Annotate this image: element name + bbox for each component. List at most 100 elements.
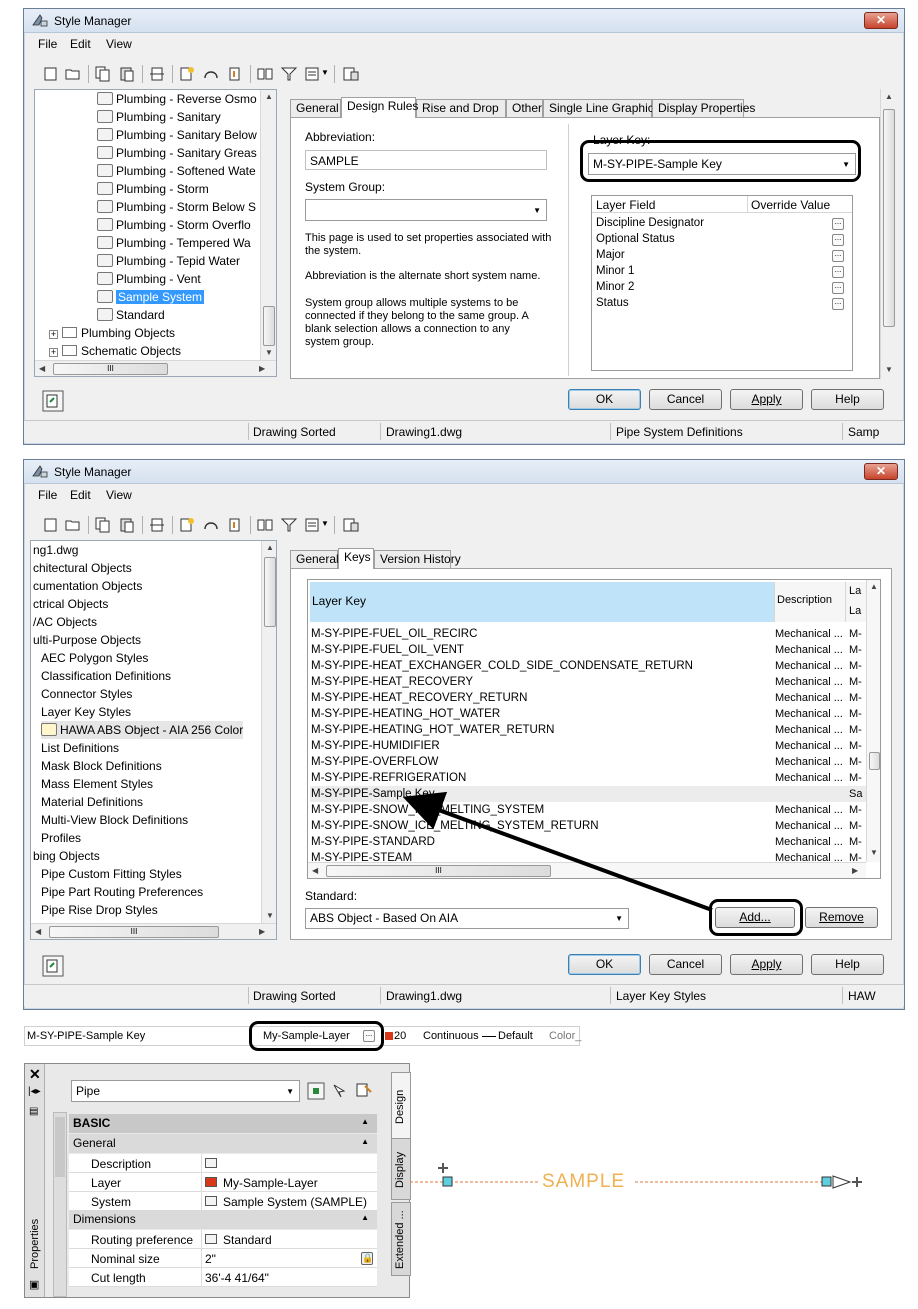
copy-icon[interactable] (94, 517, 112, 533)
chevron-down-icon[interactable]: ▼ (321, 68, 329, 77)
menu-edit[interactable]: Edit (70, 37, 91, 51)
tree-item[interactable]: Pipe Custom Fitting Styles (41, 865, 182, 883)
tab-version-history[interactable]: Version History (374, 550, 461, 568)
tree-item[interactable]: Plumbing - Storm Overflo (97, 216, 251, 234)
ellipsis-button[interactable]: ... (832, 282, 844, 294)
table-row[interactable]: M-SY-PIPE-HEATING_HOT_WATER_RETURN Mechan… (310, 722, 868, 738)
tree-item[interactable]: bing Objects (33, 847, 100, 865)
palette-scrollbar[interactable] (53, 1112, 67, 1297)
lock-icon[interactable]: 🔒 (361, 1252, 373, 1265)
tree-item[interactable]: Plumbing - Tempered Wa (97, 234, 251, 252)
title-bar[interactable]: Style Manager ✕ (24, 9, 904, 33)
menu-file[interactable]: File (38, 37, 57, 51)
layer-field-row[interactable]: Status... (592, 296, 852, 312)
new-icon[interactable] (42, 66, 60, 82)
new-style-icon[interactable] (178, 517, 196, 533)
inspect-viewer-icon[interactable] (42, 955, 64, 977)
table-row[interactable]: M-SY-PIPE-HEAT_EXCHANGER_COLD_SIDE_CONDE… (310, 658, 868, 674)
property-value[interactable]: 36'-4 41/64" (205, 1269, 269, 1288)
tree-item[interactable]: Mass Element Styles (41, 775, 153, 793)
ellipsis-button[interactable]: ... (832, 298, 844, 310)
table-row[interactable]: M-SY-PIPE-SNOW_ICE_MELTING_SYSTEM Mechani… (310, 802, 868, 818)
abbreviation-input[interactable]: SAMPLE (305, 150, 547, 170)
toggle-view-icon[interactable] (256, 66, 274, 82)
tree-item[interactable]: Plumbing - Reverse Osmo (97, 90, 257, 108)
scroll-left-icon[interactable]: ◀ (312, 866, 318, 875)
tree-item[interactable]: Pipe Rise Drop Styles (41, 901, 158, 919)
tab-other[interactable]: Other (506, 99, 543, 117)
grid-horizontal-scrollbar[interactable]: ◀ III ▶ (308, 862, 866, 878)
palette-menu-icon[interactable]: ▤ (29, 1106, 38, 1117)
scroll-left-icon[interactable]: ◀ (39, 364, 45, 373)
new-icon[interactable] (42, 517, 60, 533)
purge-icon[interactable] (148, 517, 166, 533)
property-value[interactable]: My-Sample-Layer (223, 1174, 318, 1193)
ok-button[interactable]: OK (568, 389, 641, 410)
copy-icon[interactable] (94, 66, 112, 82)
expand-icon[interactable]: + (49, 348, 58, 357)
scroll-up-icon[interactable]: ▲ (885, 92, 893, 101)
tab-design[interactable]: Design (391, 1072, 411, 1142)
standard-select[interactable]: ABS Object - Based On AIA ▼ (305, 908, 629, 929)
tree-item[interactable]: Classification Definitions (41, 667, 171, 685)
scroll-down-icon[interactable]: ▼ (265, 348, 273, 357)
close-button[interactable]: ✕ (864, 463, 898, 480)
view-options-icon[interactable] (304, 66, 322, 82)
table-row[interactable]: M-SY-PIPE-HUMIDIFIER Mechanical ... M- (310, 738, 868, 754)
layer-field-row[interactable]: Optional Status... (592, 232, 852, 248)
edit-style-icon[interactable] (202, 517, 220, 533)
scroll-down-icon[interactable]: ▼ (266, 911, 274, 920)
object-type-select[interactable]: Pipe ▼ (71, 1080, 300, 1102)
help-button[interactable]: Help (811, 389, 884, 410)
scroll-right-icon[interactable]: ▶ (259, 927, 265, 936)
tab-design-rules[interactable]: Design Rules (341, 97, 418, 118)
table-row[interactable]: M-SY-PIPE-STANDARD Mechanical ... M- (310, 834, 868, 850)
tree-item[interactable]: Sample System (97, 288, 205, 306)
table-row[interactable]: M-SY-PIPE-HEAT_RECOVERY Mechanical ... M- (310, 674, 868, 690)
remove-button[interactable]: Remove (805, 907, 878, 928)
open-folder-icon[interactable] (64, 517, 82, 533)
tree-folder[interactable]: + Plumbing Objects (49, 324, 175, 342)
tree-vertical-scrollbar[interactable]: ▲ ▼ (260, 90, 276, 360)
basic-category[interactable]: BASIC ▲ (69, 1114, 377, 1133)
scroll-up-icon[interactable]: ▲ (265, 92, 273, 101)
scroll-right-icon[interactable]: ▶ (259, 364, 265, 373)
plot-style[interactable]: Color_ (549, 1030, 581, 1042)
tab-general[interactable]: General (290, 550, 339, 568)
property-value[interactable]: Standard (223, 1231, 272, 1250)
general-category[interactable]: General ▲ (69, 1134, 377, 1153)
property-value[interactable]: 2" (205, 1250, 216, 1269)
edit-style-icon[interactable] (202, 66, 220, 82)
tree-item[interactable]: Plumbing - Sanitary (97, 108, 221, 126)
quick-select-icon[interactable] (307, 1082, 325, 1100)
tab-display[interactable]: Display (391, 1138, 411, 1200)
grid-vertical-scrollbar[interactable]: ▲ ▼ (866, 580, 880, 862)
scroll-down-icon[interactable]: ▼ (870, 848, 878, 857)
close-icon[interactable]: ✕ (29, 1066, 41, 1083)
title-bar[interactable]: Style Manager ✕ (24, 460, 904, 484)
apply-button[interactable]: Apply (730, 954, 803, 975)
ellipsis-button[interactable]: ... (832, 218, 844, 230)
purge-icon[interactable] (148, 66, 166, 82)
view-options-icon[interactable] (304, 517, 322, 533)
collapse-icon[interactable]: ▲ (361, 1213, 369, 1222)
tab-single-line-graphics[interactable]: Single Line Graphics (543, 99, 660, 117)
new-style-icon[interactable] (178, 66, 196, 82)
palette-icon[interactable]: ▣ (29, 1278, 39, 1291)
tree-item[interactable]: Plumbing - Sanitary Greas (97, 144, 257, 162)
tab-keys[interactable]: Keys (338, 548, 374, 569)
color-number[interactable]: 20 (394, 1030, 406, 1042)
ok-button[interactable]: OK (568, 954, 641, 975)
chevron-down-icon[interactable]: ▼ (321, 519, 329, 528)
tree-item[interactable]: Plumbing - Tepid Water (97, 252, 240, 270)
layer-field-row[interactable]: Discipline Designator... (592, 216, 852, 232)
paste-icon[interactable] (118, 66, 136, 82)
tab-extended[interactable]: Extended ... (391, 1202, 411, 1276)
apply-button[interactable]: Apply (730, 389, 803, 410)
scroll-right-icon[interactable]: ▶ (852, 866, 858, 875)
page-vertical-scrollbar[interactable]: ▲ ▼ (880, 89, 896, 379)
property-row[interactable]: Nominal size 2" (69, 1249, 377, 1268)
tree-item[interactable]: Pipe Part Routing Preferences (41, 883, 203, 901)
inspect-icon[interactable] (342, 66, 360, 82)
tree-item[interactable]: ctrical Objects (33, 595, 108, 613)
